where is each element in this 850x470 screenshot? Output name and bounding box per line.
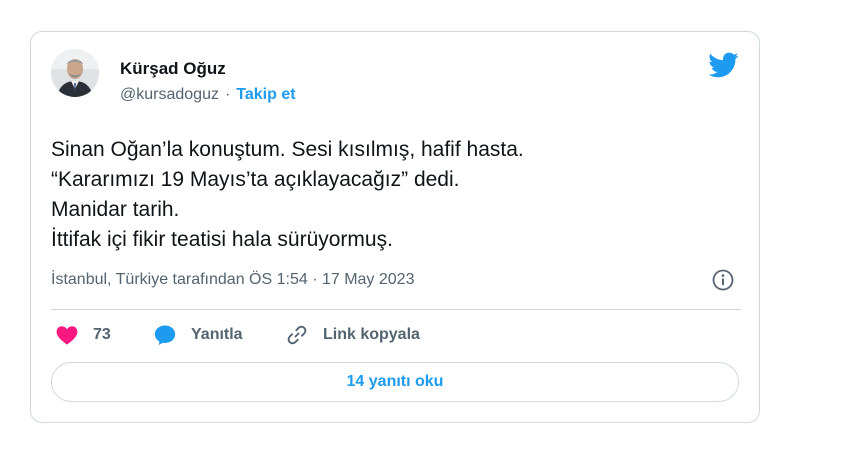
separator-dot: · xyxy=(224,86,231,103)
copy-link-button[interactable]: Link kopyala xyxy=(285,323,420,347)
follow-button[interactable]: Takip et xyxy=(236,86,295,103)
speech-bubble-icon xyxy=(154,325,176,345)
tweet-line: Manidar tarih. xyxy=(51,198,180,221)
link-icon xyxy=(287,325,307,345)
avatar[interactable] xyxy=(51,49,99,97)
reply-button[interactable]: Yanıtla xyxy=(153,323,243,347)
divider xyxy=(51,309,741,310)
avatar-photo xyxy=(51,49,99,97)
heart-icon xyxy=(56,326,78,345)
tweet-line: Sinan Oğan’la konuştum. Sesi kısılmış, h… xyxy=(51,138,524,161)
tweet-text: Sinan Oğan’la konuştum. Sesi kısılmış, h… xyxy=(51,135,741,255)
read-replies-button[interactable]: 14 yanıtı oku xyxy=(51,362,739,402)
author-subline: @kursadoguz · Takip et xyxy=(120,86,296,104)
tweet-line: İttifak içi fikir teatisi hala sürüyormu… xyxy=(51,228,393,251)
author-name[interactable]: Kürşad Oğuz xyxy=(120,59,226,79)
copy-link-label: Link kopyala xyxy=(323,326,420,343)
info-icon[interactable] xyxy=(711,268,735,292)
tweet-timestamp[interactable]: İstanbul, Türkiye tarafından ÖS 1:54 · 1… xyxy=(51,271,414,289)
reply-label: Yanıtla xyxy=(191,326,243,343)
like-button[interactable]: 73 xyxy=(55,323,111,347)
tweet-card: Kürşad Oğuz @kursadoguz · Takip et Sinan O… xyxy=(30,31,760,423)
like-count: 73 xyxy=(93,326,111,343)
tweet-line: “Kararımızı 19 Mayıs’ta açıklayacağız” d… xyxy=(51,168,460,191)
author-handle[interactable]: @kursadoguz xyxy=(120,86,219,103)
twitter-bird-icon[interactable] xyxy=(707,49,739,81)
